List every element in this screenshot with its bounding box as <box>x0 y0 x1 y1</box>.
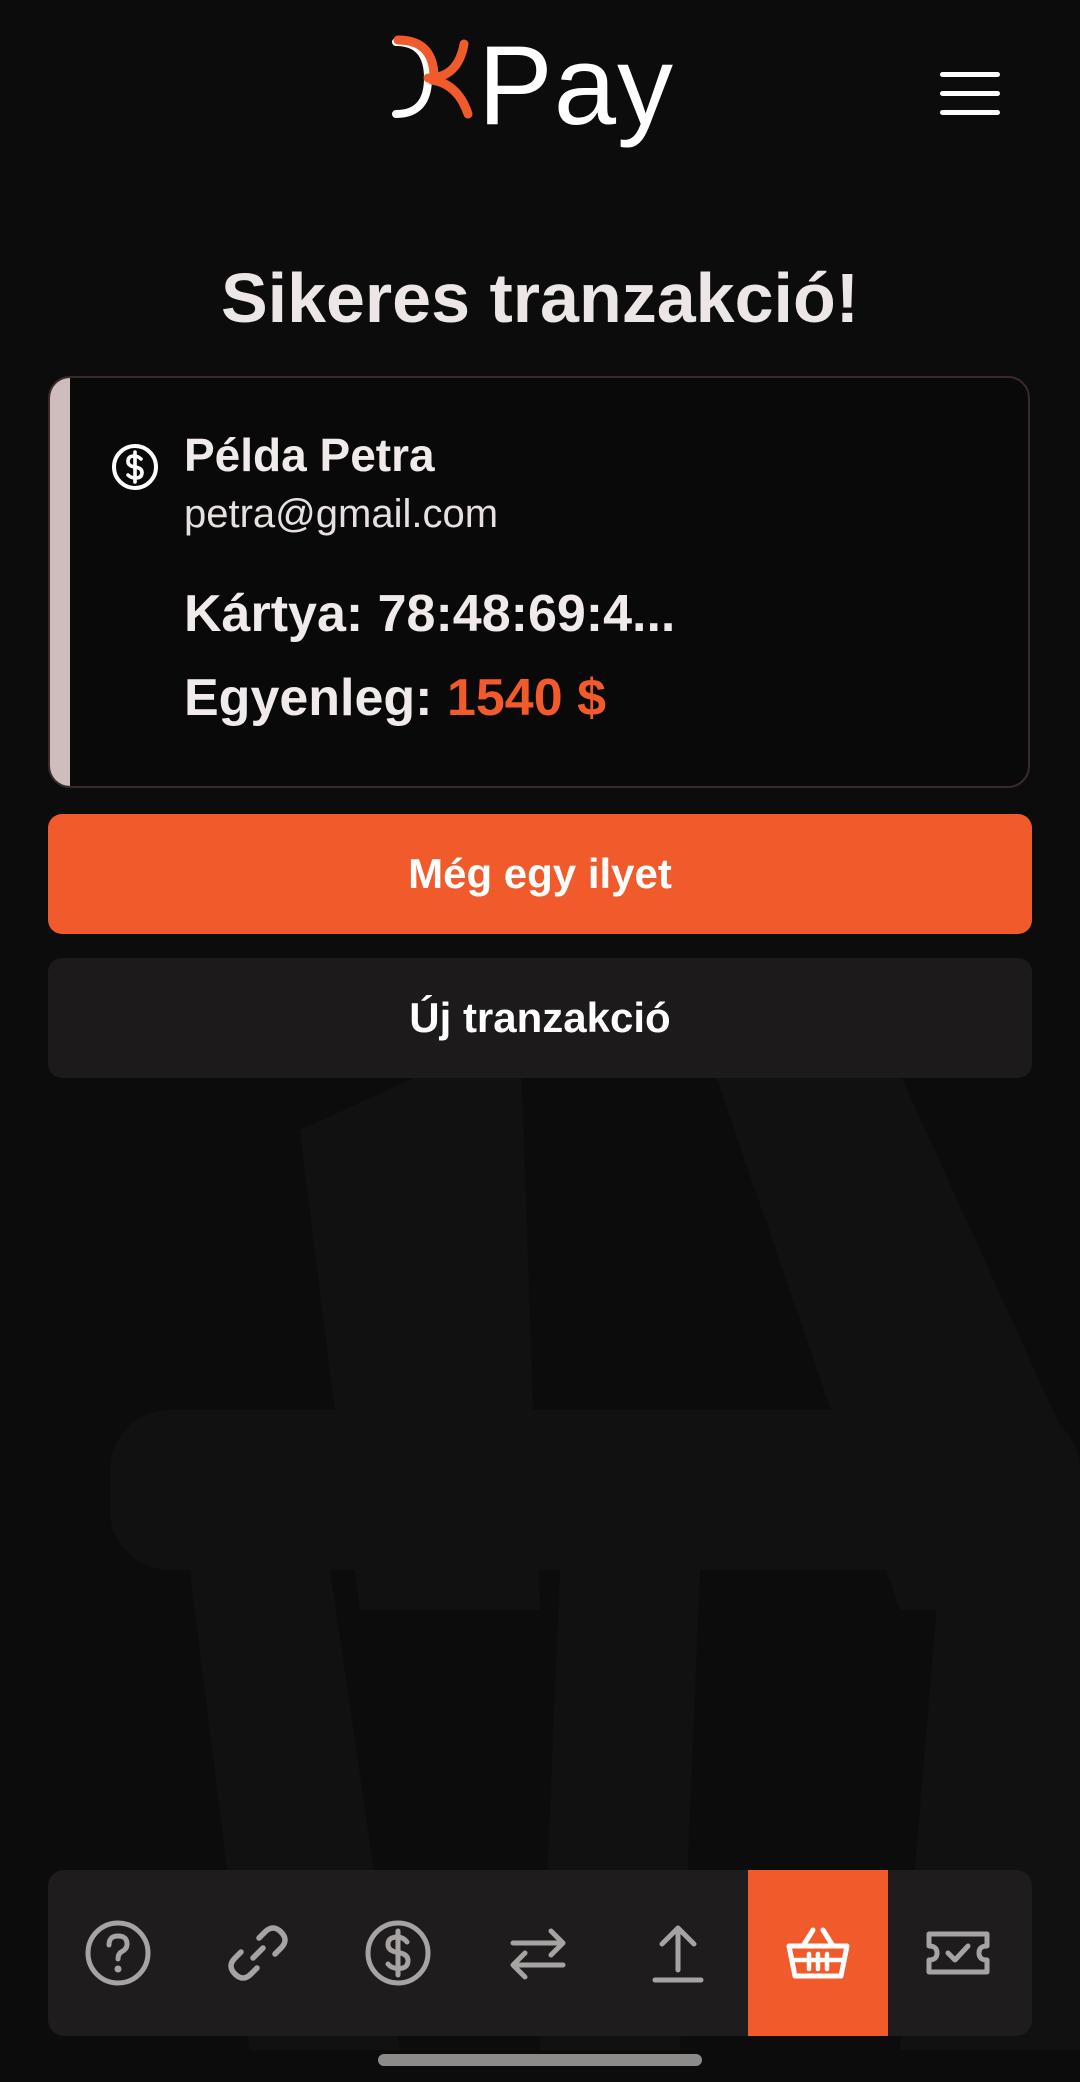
bottom-tab-bar <box>48 1870 1032 2036</box>
link-icon <box>228 1925 288 1981</box>
dollar-circle-icon <box>112 444 158 490</box>
tab-tickets[interactable] <box>888 1870 1028 2036</box>
tab-link[interactable] <box>188 1870 328 2036</box>
account-email: petra@gmail.com <box>184 492 499 536</box>
app-header: Pay <box>0 0 1080 190</box>
basket-icon <box>786 1927 850 1979</box>
card-label: Kártya: <box>184 585 364 643</box>
brand-name: Pay <box>478 23 674 148</box>
upload-icon <box>652 1925 704 1983</box>
tab-help[interactable] <box>48 1870 188 2036</box>
balance-label: Egyenleg: <box>184 669 433 727</box>
xr-logo-mark-icon <box>392 35 473 119</box>
tab-balance[interactable] <box>328 1870 468 2036</box>
dollar-circle-icon <box>365 1920 431 1986</box>
card-number-row: Kártya: 78:48:69:4... <box>184 584 675 644</box>
page-title: Sikeres tranzakció! <box>220 259 860 337</box>
balance-row: Egyenleg: 1540 $ <box>184 668 606 728</box>
balance-value: 1540 $ <box>446 669 606 727</box>
hamburger-icon[interactable] <box>940 72 1000 124</box>
account-name: Példa Petra <box>184 429 435 481</box>
help-circle-icon <box>85 1920 151 1986</box>
tab-basket[interactable] <box>748 1870 888 2036</box>
tab-upload[interactable] <box>608 1870 748 2036</box>
transfer-arrows-icon <box>510 1928 566 1980</box>
ticket-check-icon <box>926 1931 990 1975</box>
app-logo: Pay <box>388 30 698 142</box>
tab-transfer[interactable] <box>468 1870 608 2036</box>
card-number: 78:48:69:4... <box>377 585 676 643</box>
home-indicator <box>378 2054 702 2066</box>
repeat-transaction-button[interactable]: Még egy ilyet <box>48 814 1032 934</box>
card-accent-bar <box>50 378 70 786</box>
transaction-card: Példa Petra petra@gmail.com Kártya: 78:4… <box>48 376 1030 788</box>
new-transaction-button[interactable]: Új tranzakció <box>48 958 1032 1078</box>
